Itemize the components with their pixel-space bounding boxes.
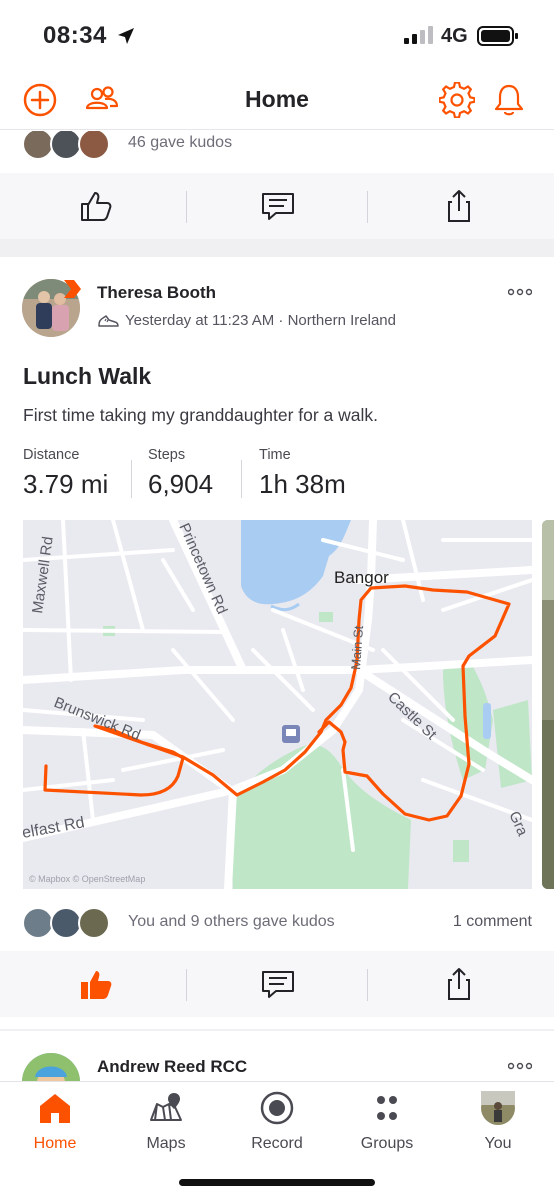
tab-record[interactable]: Record bbox=[232, 1090, 322, 1153]
athlete-name[interactable]: Andrew Reed RCC bbox=[97, 1057, 247, 1077]
kudos-button[interactable] bbox=[4, 951, 188, 1017]
signal-strength-icon bbox=[404, 26, 433, 44]
stat-value: 6,904 bbox=[148, 469, 214, 499]
kudos-avatars bbox=[22, 907, 122, 939]
tab-you[interactable]: You bbox=[453, 1090, 543, 1153]
activity-card[interactable]: Theresa Booth Yesterday at 11:23 AM · No… bbox=[0, 257, 554, 1029]
profile-avatar-icon bbox=[481, 1091, 515, 1125]
share-icon bbox=[448, 190, 470, 222]
record-icon bbox=[260, 1091, 294, 1125]
next-photo-thumbnail[interactable] bbox=[542, 520, 554, 889]
more-options-icon[interactable] bbox=[508, 287, 532, 297]
kudos-button[interactable] bbox=[4, 173, 188, 239]
activity-meta: Yesterday at 11:23 AM · Northern Ireland bbox=[97, 312, 396, 329]
home-indicator bbox=[179, 1179, 375, 1186]
map-attribution: © Mapbox © OpenStreetMap bbox=[29, 874, 145, 884]
avatar bbox=[78, 907, 110, 939]
previous-post: 46 gave kudos bbox=[0, 131, 554, 239]
tab-maps[interactable]: Maps bbox=[121, 1090, 211, 1153]
kudos-count[interactable]: 46 gave kudos bbox=[128, 134, 232, 152]
network-type: 4G bbox=[441, 25, 468, 47]
stat-value: 1h 38m bbox=[259, 469, 346, 499]
stat-label: Steps bbox=[148, 447, 186, 463]
share-button[interactable] bbox=[367, 951, 551, 1017]
activity-title[interactable]: Lunch Walk bbox=[23, 363, 151, 390]
share-icon bbox=[448, 968, 470, 1000]
comment-button[interactable] bbox=[186, 173, 370, 239]
more-options-icon[interactable] bbox=[508, 1061, 532, 1071]
battery-icon bbox=[477, 26, 518, 46]
athlete-avatar[interactable] bbox=[22, 1053, 80, 1081]
post-actions bbox=[0, 951, 554, 1017]
app-header: Home bbox=[0, 70, 554, 130]
tab-label: Maps bbox=[146, 1135, 186, 1152]
stat-time: Time 1h 38m bbox=[259, 447, 346, 500]
map-label-main: Main St bbox=[348, 625, 366, 670]
tab-label: Home bbox=[33, 1135, 77, 1152]
kudos-count[interactable]: You and 9 others gave kudos bbox=[128, 913, 335, 931]
tab-groups[interactable]: Groups bbox=[342, 1090, 432, 1153]
athlete-photo bbox=[22, 1053, 80, 1081]
comment-icon bbox=[262, 193, 294, 220]
share-button[interactable] bbox=[367, 173, 551, 239]
comment-icon bbox=[262, 971, 294, 998]
divider bbox=[241, 460, 242, 498]
next-activity-card[interactable]: Andrew Reed RCC bbox=[0, 1031, 554, 1081]
avatar bbox=[78, 131, 110, 160]
stat-label: Time bbox=[259, 447, 291, 463]
activity-description: First time taking my granddaughter for a… bbox=[23, 405, 379, 425]
subscriber-badge-icon bbox=[64, 280, 81, 298]
status-bar: 08:34 4G bbox=[0, 0, 554, 70]
route-map[interactable]: Maxwell Rd Princetown Rd Bangor Brunswic… bbox=[23, 520, 532, 889]
tab-home[interactable]: Home bbox=[10, 1090, 100, 1153]
tab-label: Record bbox=[251, 1135, 303, 1152]
activity-feed[interactable]: 46 gave kudos Theresa Booth Yesterday at… bbox=[0, 131, 554, 1081]
tab-label: You bbox=[484, 1135, 512, 1152]
shoe-walk-icon bbox=[98, 314, 119, 327]
thumbs-up-filled-icon bbox=[81, 971, 112, 999]
status-time: 08:34 bbox=[43, 22, 107, 49]
comment-count[interactable]: 1 comment bbox=[453, 913, 532, 931]
post-actions bbox=[0, 173, 554, 239]
kudos-avatars bbox=[22, 131, 122, 160]
stat-distance: Distance 3.79 mi bbox=[23, 447, 108, 500]
tab-label: Groups bbox=[360, 1135, 414, 1152]
stat-steps: Steps 6,904 bbox=[148, 447, 213, 500]
notifications-bell-icon[interactable] bbox=[491, 82, 527, 118]
settings-gear-icon[interactable] bbox=[439, 82, 475, 118]
activity-timestamp-location: Yesterday at 11:23 AM · Northern Ireland bbox=[125, 312, 396, 329]
groups-icon bbox=[377, 1096, 397, 1120]
map-canvas: Maxwell Rd Princetown Rd Bangor Brunswic… bbox=[23, 520, 532, 889]
stat-label: Distance bbox=[23, 447, 80, 463]
thumbs-up-outline-icon bbox=[81, 192, 112, 221]
home-icon bbox=[40, 1094, 70, 1123]
stat-value: 3.79 mi bbox=[23, 469, 109, 499]
map-label-bangor: Bangor bbox=[334, 568, 389, 587]
location-arrow-icon bbox=[118, 28, 134, 44]
athlete-name[interactable]: Theresa Booth bbox=[97, 283, 216, 303]
comment-button[interactable] bbox=[186, 951, 370, 1017]
map-pin-icon bbox=[150, 1093, 182, 1121]
divider bbox=[131, 460, 132, 498]
